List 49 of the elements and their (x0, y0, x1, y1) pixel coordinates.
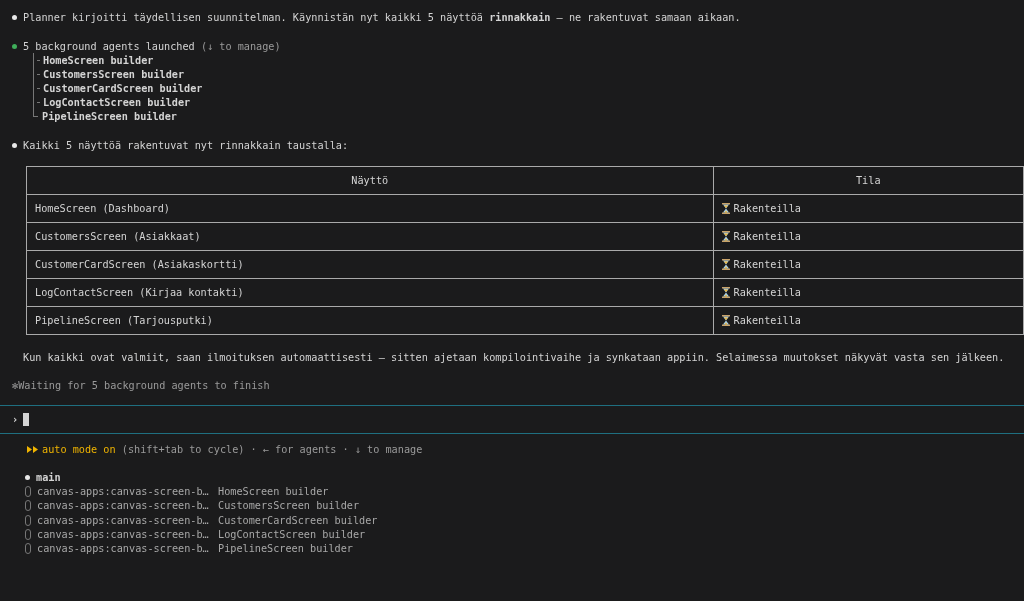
hourglass-icon (721, 259, 730, 270)
session-task: LogContactScreen builder (218, 528, 366, 540)
table-cell: LogContactScreen (Kirjaa kontakti) (26, 278, 713, 307)
session-name[interactable]: canvas-apps:canvas-screen-b… (37, 500, 218, 512)
prompt-symbol: › (12, 414, 19, 425)
session-task: HomeScreen builder (218, 485, 329, 497)
status-cell: Rakenteilla (713, 306, 1024, 335)
text-cursor[interactable] (23, 413, 30, 426)
session-task: CustomerCardScreen builder (218, 514, 378, 526)
hourglass-icon (721, 231, 730, 242)
agent-item: CustomerCardScreen builder (43, 82, 203, 94)
message-text: Planner kirjoitti täydellisen suunnitelman. Käynnistän nyt kaikki 5 näyttöä rinnakkain — ne rakentuvat samaan aikaan. (23, 11, 741, 23)
column-header: Näyttö (26, 166, 713, 195)
status-cell: Rakenteilla (713, 194, 1024, 223)
table-cell: HomeScreen (Dashboard) (26, 194, 713, 223)
waiting-icon: ✻ (12, 379, 19, 391)
hourglass-icon (721, 315, 730, 326)
waiting-text: Waiting for 5 background agents to finish (18, 379, 270, 391)
session-name[interactable]: main (36, 471, 61, 483)
session-name[interactable]: canvas-apps:canvas-screen-b… (37, 543, 218, 555)
mode-label: auto mode on (42, 443, 116, 455)
table-cell: PipelineScreen (Tarjousputki) (26, 306, 713, 335)
agents-hint: (↓ to manage) (200, 40, 281, 52)
table-cell: CustomersScreen (Asiakkaat) (26, 222, 713, 251)
status-cell: Rakenteilla (713, 250, 1024, 279)
mode-hint: (shift+tab to cycle) · ← for agents · ↓ to manage (121, 443, 423, 455)
agent-item: CustomersScreen builder (43, 68, 185, 80)
agent-item: HomeScreen builder (43, 54, 154, 66)
bullet-icon (25, 474, 30, 480)
agent-item: LogContactScreen builder (43, 96, 191, 108)
table-cell: CustomerCardScreen (Asiakaskortti) (26, 250, 713, 279)
session-task: CustomersScreen builder (218, 500, 360, 512)
bullet-icon (12, 14, 17, 20)
column-header: Tila (713, 166, 1024, 195)
session-name[interactable]: canvas-apps:canvas-screen-b… (37, 528, 218, 540)
agents-title: 5 background agents launched (23, 40, 195, 52)
status-cell: Rakenteilla (713, 278, 1024, 307)
bullet-icon (12, 142, 17, 148)
summary-text: Kaikki 5 näyttöä rakentuvat nyt rinnakkain taustalla: (23, 139, 349, 151)
status-dot-icon (12, 43, 17, 49)
note-text: Kun kaikki ovat valmiit, saan ilmoituksen automaattisesti — sitten ajetaan kompilointivaihe ja synkataan appiin. Selaimessa muutokset näkyvät vasta sen jälkeen. (23, 351, 1005, 363)
session-name[interactable]: canvas-apps:canvas-screen-b… (37, 485, 218, 497)
session-task: PipelineScreen builder (218, 543, 353, 555)
hourglass-icon (721, 287, 730, 298)
agent-item: PipelineScreen builder (42, 110, 177, 122)
hourglass-icon (721, 203, 730, 214)
fast-forward-icon (27, 445, 38, 453)
session-name[interactable]: canvas-apps:canvas-screen-b… (37, 514, 218, 526)
status-cell: Rakenteilla (713, 222, 1024, 251)
